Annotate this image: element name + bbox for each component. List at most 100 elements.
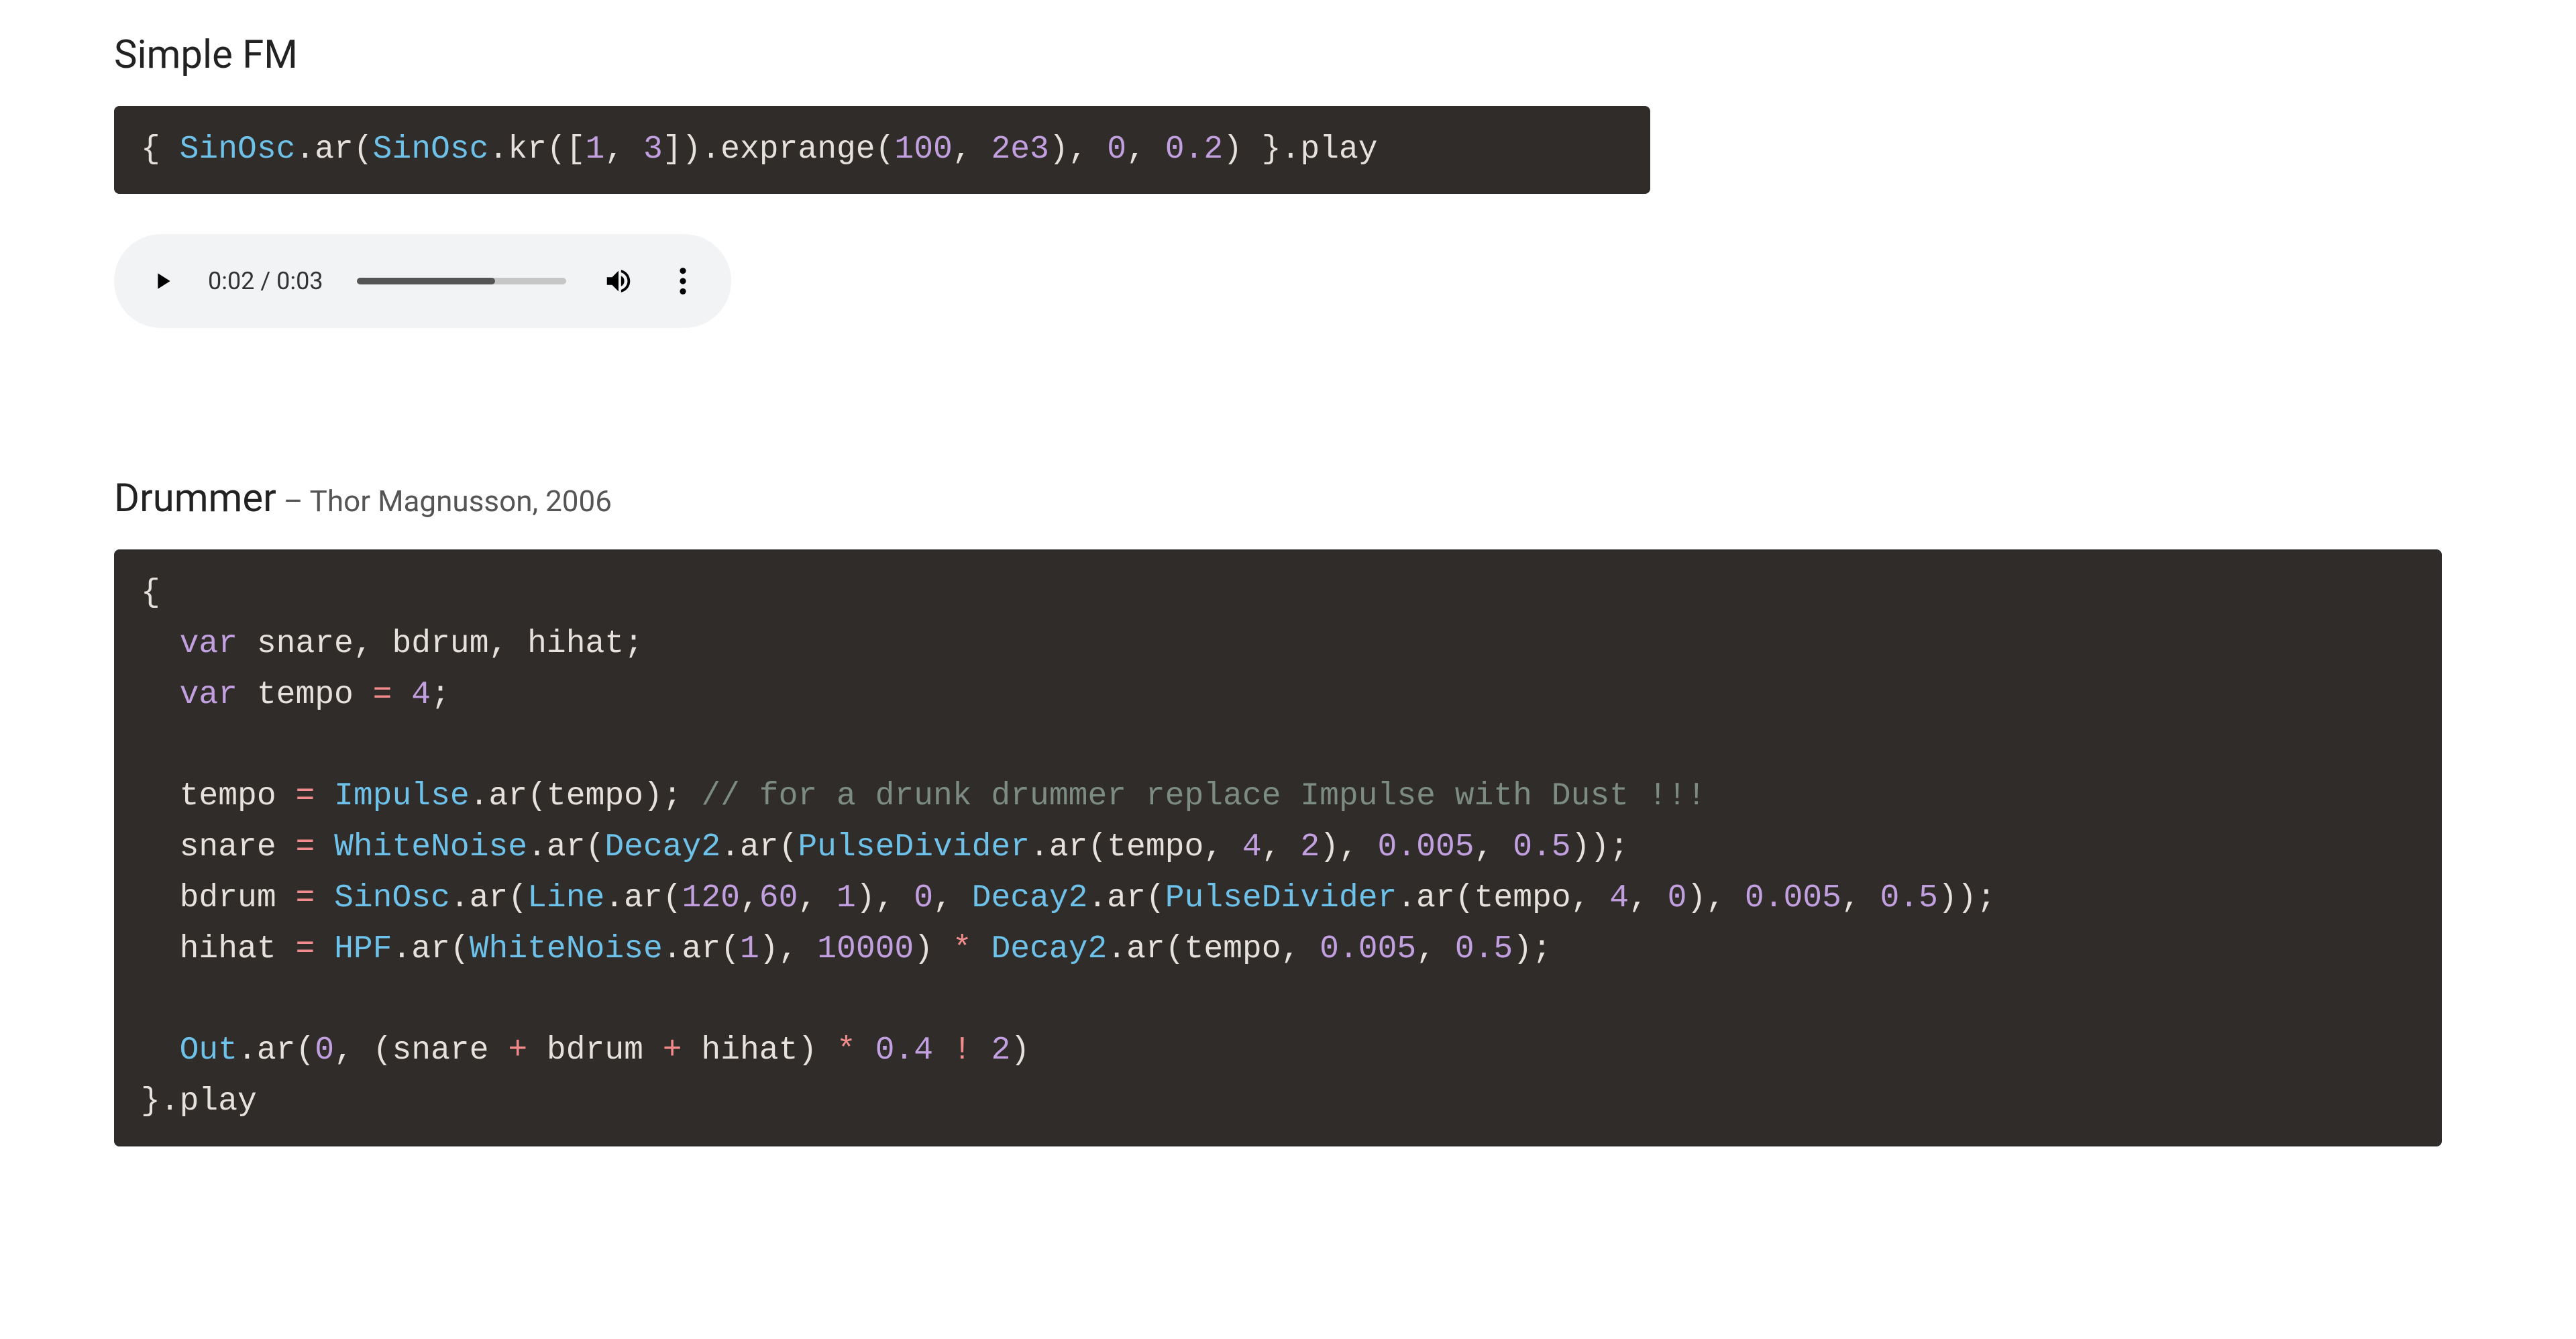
code-token-op: + (508, 1032, 527, 1069)
code-token-plain: ), (1320, 829, 1377, 865)
code-token-num: 0 (1107, 131, 1126, 168)
code-token-num: 0.2 (1165, 131, 1223, 168)
kebab-icon (678, 266, 688, 297)
code-token-plain: , (604, 131, 643, 168)
code-token-class: Impulse (334, 778, 470, 814)
code-token-num: 0 (315, 1032, 334, 1069)
code-token-plain: , (798, 880, 837, 916)
code-token-num: 0 (914, 880, 933, 916)
code-block-fm[interactable]: { SinOsc.ar(SinOsc.kr([1, 3]).exprange(1… (114, 106, 1650, 195)
code-token-op: * (837, 1032, 856, 1069)
code-token-num: 2 (1300, 829, 1320, 865)
code-token-num: 4 (1609, 880, 1629, 916)
audio-time: 0:02 / 0:03 (208, 267, 323, 295)
code-token-num: 60 (759, 880, 798, 916)
code-token-plain: , (snare (334, 1032, 508, 1069)
code-token-plain: , (1262, 829, 1301, 865)
audio-progress-fill (357, 278, 495, 284)
play-icon (149, 268, 176, 294)
code-token-plain: .ar( (450, 880, 527, 916)
code-token-key: var (180, 677, 237, 713)
code-token-num: 2 (991, 1032, 1011, 1069)
code-block-drummer[interactable]: { var snare, bdrum, hihat; var tempo = 4… (114, 549, 2442, 1146)
code-token-op: = (373, 677, 392, 713)
code-token-op: = (295, 778, 315, 814)
section-title-fm-text: Simple FM (114, 32, 298, 78)
code-token-plain: .kr([ (488, 131, 585, 168)
code-token-num: 10000 (817, 931, 914, 967)
section-title-drummer: Drummer – Thor Magnusson, 2006 (114, 476, 2462, 523)
code-token-plain: }.play (141, 1083, 257, 1120)
volume-button[interactable] (600, 262, 637, 300)
code-token-num: 0 (1668, 880, 1687, 916)
code-token-key: var (180, 626, 237, 662)
code-token-plain: .ar(tempo, (1107, 931, 1320, 967)
code-token-num: 0.4 (875, 1032, 933, 1069)
code-token-plain: tempo (237, 677, 373, 713)
code-token-plain (141, 626, 180, 662)
code-token-class: WhiteNoise (470, 931, 663, 967)
code-token-plain (315, 829, 334, 865)
audio-player: 0:02 / 0:03 (114, 234, 731, 328)
code-token-plain: ; (431, 677, 450, 713)
code-token-plain: , (1416, 931, 1455, 967)
code-token-plain: .ar( (392, 931, 469, 967)
audio-menu-button[interactable] (664, 262, 702, 300)
code-token-plain: tempo (141, 778, 295, 814)
code-token-class: Out (180, 1032, 237, 1069)
code-token-num: 0.005 (1378, 829, 1474, 865)
code-token-plain (972, 1032, 991, 1069)
code-token-plain: snare (141, 829, 295, 865)
code-token-plain (972, 931, 991, 967)
play-button[interactable] (144, 262, 181, 300)
code-token-plain: , (933, 880, 972, 916)
audio-current-time: 0:02 (208, 267, 254, 295)
audio-total-time: 0:03 (276, 267, 323, 295)
code-token-num: 0.5 (1455, 931, 1513, 967)
code-token-num: 1 (586, 131, 605, 168)
code-token-plain: .ar( (604, 880, 682, 916)
code-token-class: SinOsc (180, 131, 296, 168)
code-token-num: 4 (411, 677, 431, 713)
code-token-plain: .ar(tempo, (1397, 880, 1609, 916)
code-token-plain: ), (856, 880, 914, 916)
code-token-plain: .ar( (295, 131, 372, 168)
code-token-op: + (663, 1032, 682, 1069)
code-token-class: SinOsc (334, 880, 450, 916)
code-token-plain: ), (1049, 131, 1107, 168)
code-token-plain: , (1841, 880, 1880, 916)
volume-icon (603, 266, 634, 297)
code-token-op: = (295, 931, 315, 967)
code-token-plain: )); (1571, 829, 1629, 865)
code-token-op: * (953, 931, 972, 967)
section-title-drummer-text: Drummer (114, 476, 276, 521)
code-token-plain (315, 880, 334, 916)
audio-time-sep: / (254, 267, 276, 295)
audio-seek-track[interactable] (357, 278, 566, 284)
code-token-class: Line (527, 880, 604, 916)
code-token-plain (141, 677, 180, 713)
code-token-plain (933, 1032, 953, 1069)
code-token-plain: { (141, 575, 160, 611)
code-token-plain: hihat (141, 931, 295, 967)
code-token-class: Decay2 (972, 880, 1088, 916)
code-token-op: = (295, 880, 315, 916)
code-token-class: Decay2 (991, 931, 1107, 967)
code-token-comment: // for a drunk drummer replace Impulse w… (701, 778, 1706, 814)
code-token-plain: ), (1686, 880, 1744, 916)
code-token-plain: .ar( (720, 829, 798, 865)
code-token-class: PulseDivider (798, 829, 1030, 865)
code-token-plain: .ar( (663, 931, 740, 967)
code-token-class: SinOsc (373, 131, 489, 168)
code-token-num: 1 (837, 880, 856, 916)
code-token-plain: bdrum (141, 880, 295, 916)
code-token-plain: ); (1513, 931, 1552, 967)
code-token-plain: .ar( (237, 1032, 315, 1069)
code-token-num: 4 (1242, 829, 1262, 865)
code-token-num: 3 (643, 131, 663, 168)
code-token-plain (856, 1032, 875, 1069)
code-token-plain: ) (914, 931, 953, 967)
code-token-op: ! (953, 1032, 972, 1069)
code-token-plain: ]).exprange( (663, 131, 895, 168)
code-token-plain: snare, bdrum, hihat; (237, 626, 643, 662)
